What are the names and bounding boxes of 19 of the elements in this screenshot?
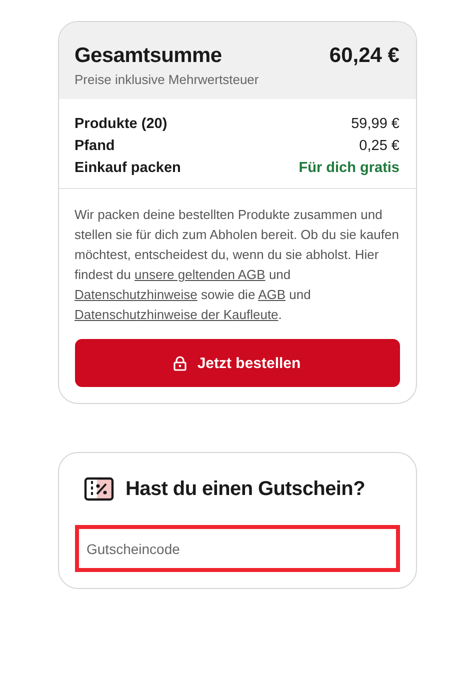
legal-link[interactable]: unsere geltenden AGB	[134, 267, 266, 282]
line-label: Einkauf packen	[74, 160, 181, 176]
voucher-code-field[interactable]: Gutscheincode	[74, 525, 400, 572]
legal-link[interactable]: Datenschutzhinweise der Kaufleute	[74, 307, 278, 322]
line-value: 59,99 €	[351, 116, 400, 132]
order-notice: Wir packen deine bestellten Produkte zusammen und stellen sie für dich zum Abholen bereit. Ob du sie kaufen möchtest, entscheidest du, wenn du sie abholst. Hier findest du unsere geltenden AGB und Datenschutzhinweise sowie die AGB und Datenschutzhinweise der Kaufleute.	[74, 206, 400, 324]
line-label: Pfand	[74, 138, 115, 154]
voucher-icon	[84, 477, 114, 501]
voucher-title: Hast du einen Gutschein?	[126, 478, 365, 500]
line-value: Für dich gratis	[298, 160, 400, 176]
line-label: Produkte (20)	[74, 116, 168, 132]
line-value: 0,25 €	[359, 138, 400, 154]
lock-icon	[173, 356, 188, 370]
order-button[interactable]: Jetzt bestellen	[74, 339, 400, 387]
vat-note: Preise inklusive Mehrwertsteuer	[74, 72, 259, 87]
total-amount: 60,24 €	[329, 44, 400, 68]
total-title: Gesamtsumme	[74, 44, 223, 68]
legal-link[interactable]: Datenschutzhinweise	[74, 287, 198, 302]
legal-link[interactable]: AGB	[258, 287, 286, 302]
